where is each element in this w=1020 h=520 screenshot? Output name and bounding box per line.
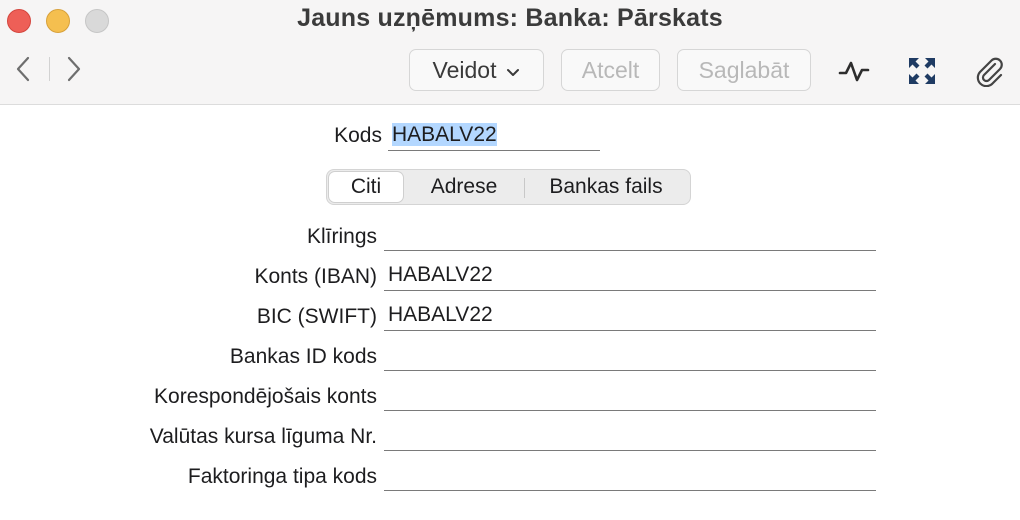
nav-divider xyxy=(49,57,50,81)
create-menu-button[interactable]: Veidot xyxy=(409,49,544,91)
fx-contract-field[interactable] xyxy=(384,421,876,451)
window-title: Jauns uzņēmums: Banka: Pārskats xyxy=(297,4,723,32)
title-bar: Jauns uzņēmums: Banka: Pārskats Veidot A… xyxy=(0,0,1020,105)
attach-button[interactable] xyxy=(973,55,1007,87)
tab-bankas-fails[interactable]: Bankas fails xyxy=(527,170,685,204)
expand-icon xyxy=(905,55,939,87)
tab-adrese[interactable]: Adrese xyxy=(407,170,521,204)
field-label-klirings: Klīrings xyxy=(306,225,377,248)
klirings-field[interactable] xyxy=(384,221,876,251)
forward-button[interactable] xyxy=(62,54,86,84)
chevron-down-icon xyxy=(506,50,520,90)
create-button-label: Veidot xyxy=(432,57,497,83)
cancel-button[interactable]: Atcelt xyxy=(561,49,660,91)
code-label: Kods xyxy=(334,124,382,147)
tab-bar: Citi Adrese Bankas fails xyxy=(326,169,691,205)
back-icon xyxy=(12,54,36,84)
activity-button[interactable] xyxy=(837,55,871,87)
tab-separator xyxy=(524,178,525,198)
paperclip-icon xyxy=(973,55,1007,87)
bic-field[interactable]: HABALV22 xyxy=(384,301,876,331)
factoring-type-field[interactable] xyxy=(384,461,876,491)
correspondent-account-field[interactable] xyxy=(384,381,876,411)
iban-field[interactable]: HABALV22 xyxy=(384,261,876,291)
expand-button[interactable] xyxy=(905,55,939,87)
field-label-factoring: Faktoringa tipa kods xyxy=(187,465,377,488)
field-label-correspondent: Korespondējošais konts xyxy=(154,385,377,408)
field-label-iban: Konts (IBAN) xyxy=(254,265,377,288)
code-field[interactable]: HABALV22 xyxy=(388,121,600,151)
activity-icon xyxy=(837,55,871,87)
tab-citi[interactable]: Citi xyxy=(329,172,403,202)
bank-id-field[interactable] xyxy=(384,341,876,371)
save-button[interactable]: Saglabāt xyxy=(677,49,811,91)
code-value: HABALV22 xyxy=(392,123,497,146)
forward-icon xyxy=(62,54,86,84)
back-button[interactable] xyxy=(12,54,36,84)
field-label-bank-id: Bankas ID kods xyxy=(229,345,377,368)
field-label-fx-contract: Valūtas kursa līguma Nr. xyxy=(149,425,377,448)
field-label-bic: BIC (SWIFT) xyxy=(256,305,377,328)
